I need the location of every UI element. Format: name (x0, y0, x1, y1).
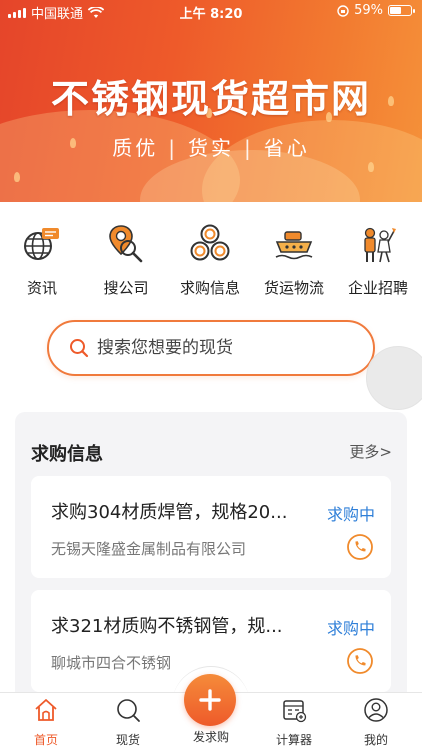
post-request-button[interactable] (184, 674, 236, 726)
quick-nav-label: 企业招聘 (347, 279, 408, 297)
search-input[interactable] (97, 338, 337, 358)
slogan-1: 质优 (112, 136, 159, 160)
quick-nav-label: 求购信息 (179, 279, 240, 297)
quick-nav-purchase-info[interactable]: 求购信息 (168, 222, 252, 298)
more-link[interactable]: 更多> (349, 441, 392, 462)
request-card[interactable]: 求购304材质焊管，规格20... 求购中 无锡天隆盛金属制品有限公司 (31, 476, 391, 578)
quick-nav-label: 资讯 (26, 279, 57, 297)
panel-title: 求购信息 (31, 444, 103, 465)
phone-icon[interactable] (347, 534, 373, 560)
quick-nav-company-search[interactable]: 搜公司 (84, 222, 168, 298)
slogan-3: 省心 (263, 136, 310, 160)
slogan-2: 货实 (188, 136, 234, 160)
tab-label: 我的 (363, 733, 388, 747)
request-company: 无锡天隆盛金属制品有限公司 (51, 540, 247, 558)
quick-nav-label: 货运物流 (263, 279, 324, 297)
tab-calculator[interactable]: 计算器 (259, 697, 329, 748)
request-status: 求购中 (326, 505, 375, 524)
calculator-icon (283, 700, 307, 723)
search-icon (70, 339, 89, 358)
company-search-icon (109, 225, 143, 263)
search-bar[interactable] (47, 320, 375, 376)
purchase-rings-icon (190, 224, 230, 261)
floating-assistive-button[interactable] (366, 346, 422, 410)
status-bar: 中国联通 上午 8:20 59% (0, 0, 422, 22)
tab-label: 现货 (115, 733, 140, 747)
quick-nav-news[interactable]: 资讯 (0, 222, 84, 298)
recruit-icon (364, 227, 396, 263)
tab-stock[interactable]: 现货 (93, 697, 163, 748)
request-company: 聊城市四合不锈钢 (51, 654, 172, 672)
quick-nav-recruit[interactable]: 企业招聘 (336, 222, 420, 298)
home-icon (35, 699, 57, 721)
tab-profile[interactable]: 我的 (341, 697, 411, 748)
banner-slogan: 质优 | 货实 | 省心 (0, 132, 422, 161)
request-title: 求购304材质焊管，规格20... (51, 502, 288, 523)
battery-percent: 59% (354, 3, 383, 18)
quick-nav-logistics[interactable]: 货运物流 (252, 222, 336, 298)
slogan-separator: | (168, 136, 178, 160)
phone-icon[interactable] (347, 648, 373, 674)
search-icon (117, 699, 140, 722)
request-status: 求购中 (326, 619, 375, 638)
request-title: 求321材质购不锈钢管，规... (51, 616, 283, 637)
orientation-lock-icon (337, 4, 349, 17)
news-globe-icon (24, 228, 59, 260)
battery-icon (388, 5, 415, 16)
slogan-separator: | (244, 136, 254, 160)
tab-label: 首页 (33, 733, 58, 747)
top-banner: 中国联通 上午 8:20 59% 不锈钢现货超市网 质优 | 货实 | 省心 (0, 0, 422, 202)
quick-nav-label: 搜公司 (103, 279, 149, 297)
tab-label: 计算器 (275, 733, 312, 747)
quick-nav: 资讯 搜公司 求购信息 货运物流 企业招聘 (0, 222, 422, 302)
ship-icon (275, 231, 313, 260)
banner-title: 不锈钢现货超市网 (50, 77, 371, 121)
tab-home[interactable]: 首页 (11, 697, 81, 748)
plus-icon (199, 689, 221, 711)
user-icon (364, 698, 388, 722)
tab-label: 发求购 (192, 730, 229, 744)
